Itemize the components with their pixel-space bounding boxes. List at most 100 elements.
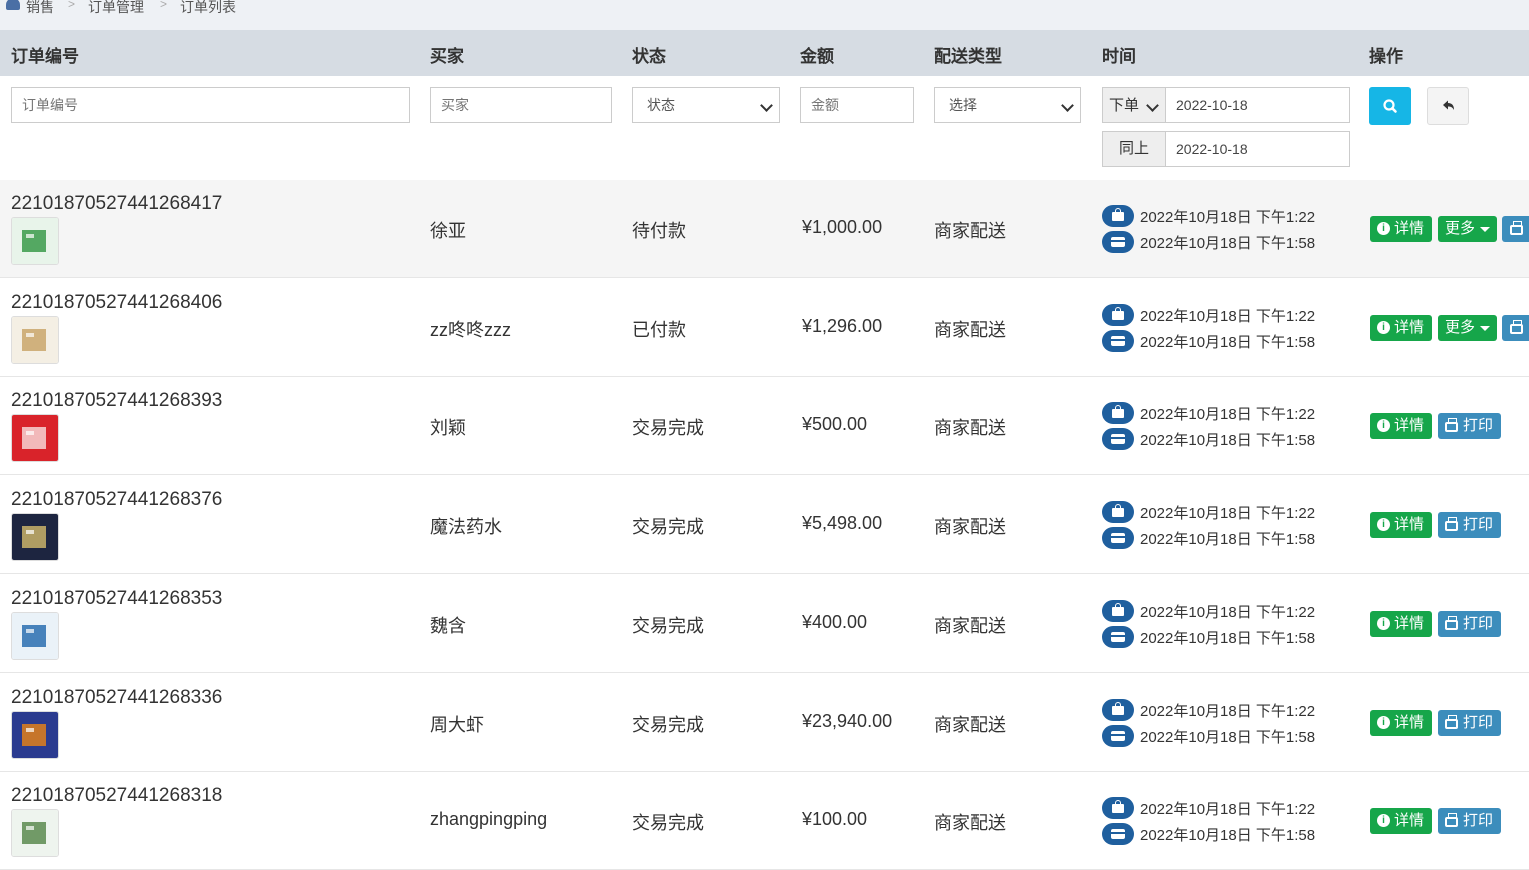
status-filter-select[interactable]: 状态 [632,87,780,123]
table-row: 22101870527441268318 zhangpingping 交易完成 … [0,772,1529,870]
date-from-input[interactable]: 2022-10-18 [1165,87,1350,123]
product-thumbnail[interactable] [11,809,59,858]
more-dropdown-button[interactable]: 更多 [1438,314,1497,341]
order-number[interactable]: 22101870527441268417 [11,193,222,215]
undo-icon [1443,100,1454,110]
printer-icon [1445,714,1458,729]
header-delivery: 配送类型 [934,47,1002,66]
product-thumbnail[interactable] [11,315,59,364]
printer-icon [1445,517,1458,532]
more-dropdown-button[interactable]: 更多 [1438,216,1497,242]
print-button[interactable] [1502,216,1529,242]
detail-button[interactable]: i 详情 [1370,709,1432,736]
detail-button[interactable]: i 详情 [1370,808,1432,835]
buyer-name: zhangpingping [430,809,548,830]
detail-button[interactable]: i 详情 [1370,216,1432,242]
order-time-text: 2022年10月18日 下午1:22 [1140,603,1316,621]
pay-time-text: 2022年10月18日 下午1:58 [1140,728,1316,746]
header-order-no: 订单编号 [11,47,79,66]
order-number[interactable]: 22101870527441268318 [11,785,222,807]
header-status: 状态 [632,47,666,66]
detail-button-label: 详情 [1394,220,1425,237]
table-row: 22101870527441268353 魏含 交易完成 ¥400.00 商家配… [0,575,1529,673]
order-number[interactable]: 22101870527441268393 [11,390,222,412]
delivery-type: 商家配送 [934,319,1006,340]
delivery-type: 商家配送 [934,615,1006,636]
detail-button-label: 详情 [1394,812,1425,830]
print-button[interactable]: 打印 [1438,512,1501,539]
breadcrumb-item-order-management[interactable]: 订单管理 [88,0,144,17]
dashboard-icon [6,0,20,10]
order-amount: ¥1,296.00 [802,315,883,336]
date-to-input[interactable]: 2022-10-18 [1165,131,1350,167]
product-thumbnail[interactable] [11,513,59,562]
print-button-label: 打印 [1463,812,1494,830]
product-image [12,810,58,857]
print-button[interactable] [1502,314,1529,341]
amount-filter-input[interactable] [800,87,914,123]
product-thumbnail[interactable] [11,611,59,660]
search-icon [1383,99,1397,113]
print-button[interactable]: 打印 [1438,808,1501,835]
order-time-text: 2022年10月18日 下午1:22 [1140,406,1316,424]
order-time-text: 2022年10月18日 下午1:22 [1140,702,1316,720]
chevron-down-icon [1146,99,1159,112]
buyer-name: 魏含 [430,615,466,636]
order-number[interactable]: 22101870527441268336 [11,687,222,709]
table-row: 22101870527441268376 魔法药水 交易完成 ¥5,498.00… [0,476,1529,575]
order-status: 交易完成 [632,714,704,735]
order-amount: ¥400.00 [802,611,868,632]
order-number[interactable]: 22101870527441268376 [11,489,222,511]
product-thumbnail[interactable] [11,414,59,463]
print-button[interactable]: 打印 [1438,413,1501,440]
chevron-down-icon [760,99,773,112]
delivery-type: 商家配送 [934,813,1006,834]
order-status: 交易完成 [632,615,704,636]
more-button-label: 更多 [1445,318,1476,336]
order-no-filter-input[interactable] [11,87,410,123]
detail-button-label: 详情 [1394,713,1425,731]
chevron-down-icon [1061,99,1074,112]
header-time: 时间 [1102,47,1136,66]
shopping-bag-icon [1102,402,1134,425]
delivery-filter-select[interactable]: 选择 [934,87,1081,123]
shopping-bag-icon [1102,501,1134,524]
print-button[interactable]: 打印 [1438,610,1501,637]
buyer-name: 魔法药水 [430,517,502,538]
product-thumbnail[interactable] [11,217,59,265]
detail-button-label: 详情 [1394,516,1425,534]
table-row: 22101870527441268406 zz咚咚zzz 已付款 ¥1,296.… [0,279,1529,377]
product-image [12,218,58,264]
print-button[interactable]: 打印 [1438,709,1501,736]
time-type-select[interactable]: 下单 [1102,87,1166,123]
detail-button[interactable]: i 详情 [1370,512,1432,539]
product-image [12,514,58,561]
order-amount: ¥23,940.00 [802,710,893,731]
product-thumbnail[interactable] [11,710,59,759]
order-number[interactable]: 22101870527441268406 [11,292,222,314]
shopping-bag-icon [1102,797,1134,820]
table-row: 22101870527441268336 周大虾 交易完成 ¥23,940.00… [0,674,1529,772]
buyer-filter-input[interactable] [430,87,612,123]
pay-time-text: 2022年10月18日 下午1:58 [1140,235,1316,252]
print-button-label: 打印 [1463,713,1494,731]
printer-icon [1510,319,1523,334]
product-image [12,316,58,363]
caret-down-icon [1480,325,1490,331]
info-circle-icon: i [1377,518,1390,532]
search-button[interactable] [1369,87,1411,125]
delivery-type: 商家配送 [934,517,1006,538]
reset-button[interactable] [1427,87,1469,125]
buyer-name: 刘颖 [430,418,466,439]
detail-button[interactable]: i 详情 [1370,314,1432,341]
detail-button[interactable]: i 详情 [1370,610,1432,637]
credit-card-icon [1102,724,1134,747]
breadcrumb-item-sales[interactable]: 销售 [26,0,54,17]
table-header: 订单编号 买家 状态 金额 配送类型 时间 操作 [0,30,1529,76]
detail-button[interactable]: i 详情 [1370,413,1432,440]
breadcrumb: 销售 > 订单管理 > 订单列表 [0,0,1529,30]
info-circle-icon: i [1377,222,1390,235]
shopping-bag-icon [1102,599,1134,622]
order-number[interactable]: 22101870527441268353 [11,588,222,610]
delivery-type: 商家配送 [934,714,1006,735]
